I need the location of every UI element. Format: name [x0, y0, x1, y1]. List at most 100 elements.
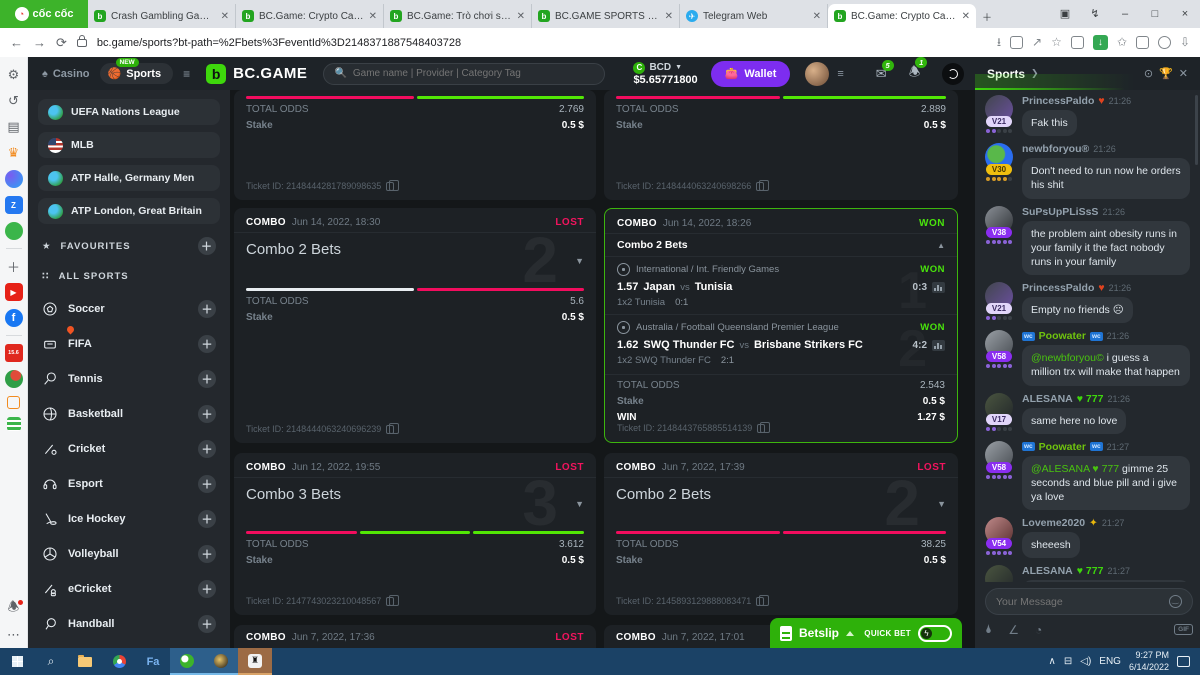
sidebar-item-mlb[interactable]: MLB [38, 132, 220, 158]
chat-scrollbar[interactable] [1195, 95, 1198, 165]
username[interactable]: ALESANA [1022, 393, 1073, 405]
sidebar-item-table-tennis[interactable]: Table Tennis＋ [28, 641, 230, 648]
extensions-icon[interactable]: ✩ [1117, 36, 1127, 49]
game-app-icon[interactable] [204, 648, 238, 675]
chrome-icon[interactable] [102, 648, 136, 675]
window-maximize-button[interactable]: □ [1140, 0, 1170, 28]
sidebar-item-tennis[interactable]: Tennis＋ [28, 361, 230, 396]
sidebar-item-esport[interactable]: Esport＋ [28, 466, 230, 501]
download-extension-icon[interactable]: ↓ [1093, 35, 1108, 50]
facebook-app-icon[interactable]: Fa [136, 648, 170, 675]
share-icon[interactable]: ↗ [1032, 36, 1042, 49]
coccoc-taskbar-icon[interactable] [170, 648, 204, 675]
profile-menu-icon[interactable]: ≡ [837, 68, 843, 80]
window-close-button[interactable]: × [1170, 0, 1200, 28]
expand-esport-button[interactable]: ＋ [198, 475, 216, 493]
tab-close-icon[interactable]: ✕ [665, 11, 673, 22]
new-tab-button[interactable]: ＋ [976, 4, 1002, 28]
tab-close-icon[interactable]: ✕ [813, 11, 821, 22]
window-minimize-button[interactable]: – [1110, 0, 1140, 28]
chat-message-list[interactable]: V21 PrincessPaldo♥21:26 Fak this V30 new… [975, 90, 1200, 582]
avatar[interactable] [985, 565, 1013, 582]
sidebar-item-volleyball[interactable]: Volleyball＋ [28, 536, 230, 571]
username[interactable]: Poowater [1039, 330, 1086, 342]
sidebar-item-atp-london[interactable]: ATP London, Great Britain [38, 198, 220, 224]
quick-bet-toggle[interactable]: ϟ [918, 625, 952, 642]
sidebar-toggle-icon[interactable]: ▣ [1050, 0, 1080, 28]
tab-close-icon[interactable]: ✕ [221, 11, 229, 22]
username[interactable]: newbforyou® [1022, 143, 1089, 155]
bookmark-star-icon[interactable]: ☆ [1051, 36, 1062, 49]
youtube-icon[interactable]: ▶ [5, 283, 23, 301]
sidebar-item-basketball[interactable]: Basketball＋ [28, 396, 230, 431]
browser-tab-5[interactable]: ✈Telegram Web✕ [680, 4, 828, 28]
promo-15-6-icon[interactable]: 15.6 [5, 344, 23, 362]
search-input[interactable] [353, 68, 595, 79]
start-button[interactable] [0, 648, 34, 675]
expand-basketball-button[interactable]: ＋ [198, 405, 216, 423]
expand-soccer-button[interactable]: ＋ [198, 300, 216, 318]
currency-selector[interactable]: CBCD▼ $5.65771800 [633, 62, 697, 86]
rail-bell-icon[interactable]: 🕭 [5, 600, 23, 618]
shield-icon[interactable] [1071, 36, 1084, 49]
bet-card-won-jun14[interactable]: COMBOJun 14, 2022, 18:26WON Combo 2 Bets… [604, 208, 958, 443]
browser-tab-4[interactable]: bBC.GAME SPORTS PARLAYS✕ [532, 4, 680, 28]
forward-icon[interactable]: → [33, 35, 46, 50]
username[interactable]: Poowater [1039, 441, 1086, 453]
browser-tab-active[interactable]: bBC.Game: Crypto Casino Gan✕ [828, 4, 976, 28]
action-center-icon[interactable] [1177, 656, 1190, 667]
settings-gear-icon[interactable]: ⚙ [5, 66, 23, 84]
translate-icon[interactable] [1010, 36, 1023, 49]
messenger-icon[interactable] [5, 170, 23, 188]
mention[interactable]: @ALESANA ♥ 777 [1031, 463, 1119, 475]
copy-icon[interactable] [386, 425, 394, 434]
betslip-bar[interactable]: Betslip QUICK BET ϟ [770, 618, 962, 648]
sidebar-item-cricket[interactable]: Cricket＋ [28, 431, 230, 466]
tab-close-icon[interactable]: ✕ [517, 11, 525, 22]
expand-caret-icon[interactable]: ▼ [937, 499, 946, 509]
profile-icon[interactable] [1158, 36, 1171, 49]
copy-icon[interactable] [757, 424, 765, 433]
back-icon[interactable]: ← [10, 35, 23, 50]
chat-input[interactable] [985, 588, 1193, 615]
copy-icon[interactable] [386, 597, 394, 606]
trophy-icon[interactable]: 🏆 [1159, 67, 1173, 80]
coccoc-brand[interactable]: ◔ cốc cốc [0, 0, 88, 28]
media-icon[interactable] [1136, 36, 1149, 49]
expand-tennis-button[interactable]: ＋ [198, 370, 216, 388]
stats-icon[interactable] [932, 282, 945, 293]
bet-card-partial-1[interactable]: TOTAL ODDS2.769 Stake0.5 $ Ticket ID: 21… [234, 90, 596, 200]
save-page-icon[interactable]: ⭳ [997, 36, 1001, 49]
zalo-icon[interactable]: Z [5, 196, 23, 214]
sports-toggle[interactable]: NEW 🏀 Sports [100, 63, 174, 84]
gif-icon[interactable]: GIF [1174, 624, 1193, 635]
sidebar-collapse-icon[interactable]: ≡ [183, 67, 190, 81]
expand-fifa-button[interactable]: ＋ [198, 335, 216, 353]
language-indicator[interactable]: ENG [1099, 656, 1121, 667]
casino-toggle[interactable]: ♠ Casino [42, 68, 90, 80]
bell-icon[interactable]: 🕭1 [909, 63, 921, 85]
coin-flip-icon[interactable]: ◔ [1035, 623, 1042, 637]
news-feed-icon[interactable]: ▤ [5, 118, 23, 136]
copy-icon[interactable] [386, 182, 394, 191]
emoji-icon[interactable] [1169, 595, 1182, 608]
sidebar-item-uefa-nations-league[interactable]: UEFA Nations League [38, 99, 220, 125]
bcgame-logo[interactable]: b BC.GAME [206, 64, 307, 84]
username[interactable]: PrincessPaldo [1022, 95, 1094, 107]
sidebar-all-sports[interactable]: ∷ALL SPORTS [28, 261, 230, 291]
cart-icon[interactable] [7, 396, 20, 409]
sidebar-favourites[interactable]: ★FAVOURITES＋ [28, 231, 230, 261]
expand-volleyball-button[interactable]: ＋ [198, 545, 216, 563]
rail-more-icon[interactable]: ⋯ [5, 626, 23, 644]
turbo-icon[interactable]: ↯ [1080, 0, 1110, 28]
tab-close-icon[interactable]: ✕ [962, 11, 970, 22]
volume-icon[interactable]: ◁) [1080, 656, 1091, 667]
bet-card-lost-jun12[interactable]: COMBOJun 12, 2022, 19:55LOST Combo 3 Bet… [234, 453, 596, 615]
pencil-icon[interactable]: ∠ [1008, 623, 1019, 637]
copy-icon[interactable] [756, 182, 764, 191]
game-controller-icon[interactable] [5, 222, 23, 240]
bet-card-lost-jun14[interactable]: COMBOJun 14, 2022, 18:30LOST Combo 2 Bet… [234, 208, 596, 443]
facebook-icon[interactable]: f [5, 309, 23, 327]
expand-caret-icon[interactable]: ▼ [575, 256, 584, 266]
chat-close-icon[interactable]: ✕ [1179, 67, 1188, 80]
